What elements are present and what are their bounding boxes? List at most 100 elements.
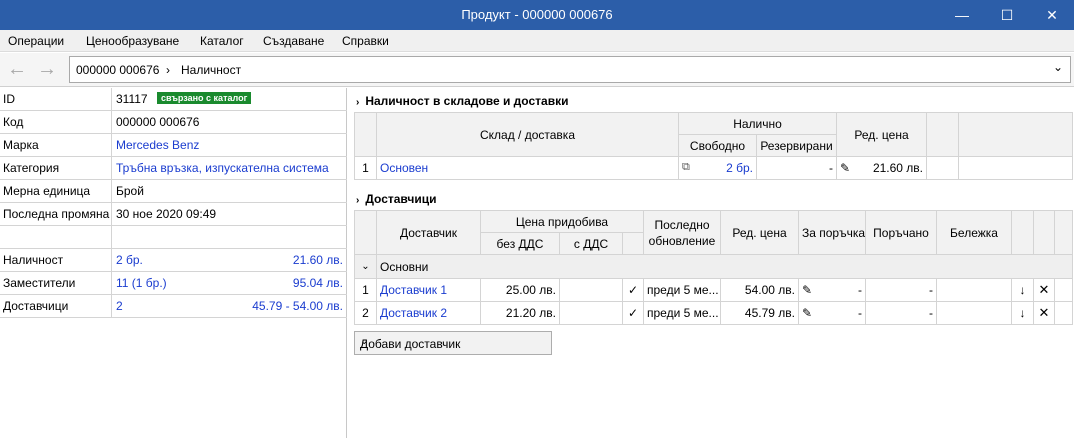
group-collapse-chevron-icon[interactable]: ⌄ — [354, 254, 377, 279]
minimize-button[interactable]: — — [939, 0, 985, 30]
forward-arrow-icon[interactable]: → — [34, 59, 60, 81]
action-column-header — [1054, 210, 1073, 255]
to-order-column-header[interactable]: За поръчка — [798, 210, 866, 255]
stock-section-title: Наличност в складове и доставки — [365, 94, 569, 108]
table-row[interactable]: 1 Основен ⧉ 2 бр. - ✎ 21.60 лв. — [354, 156, 1074, 180]
delete-icon[interactable]: ✕ — [1033, 278, 1055, 302]
check-icon: ✓ — [622, 301, 644, 325]
move-down-icon[interactable]: ↓ — [1011, 301, 1034, 325]
prop-label: Заместители — [3, 276, 76, 290]
add-supplier-dropdown[interactable]: Добави доставчик ⌄ — [354, 331, 552, 355]
last-update-header-line2: обновление — [648, 233, 716, 248]
stock-section-header[interactable]: › Наличност в складове и доставки — [356, 94, 568, 108]
action-column-header — [1011, 210, 1034, 255]
suppliers-amount[interactable]: 45.79 - 54.00 лв. — [252, 299, 343, 313]
ordered-value: - — [865, 301, 937, 325]
breadcrumb-product[interactable]: 000000 000676 — [76, 63, 159, 77]
prop-row-code: Код 000000 000676 — [0, 111, 347, 134]
cost-column-header: Цена придобива — [480, 210, 644, 233]
catalog-linked-badge: свързано с каталог — [157, 92, 252, 104]
extra-column-header — [926, 112, 960, 157]
menu-pricing[interactable]: Ценообразуване — [86, 34, 179, 48]
free-column-header[interactable]: Свободно — [678, 134, 757, 157]
brand-link[interactable]: Mercedes Benz — [116, 138, 199, 152]
chevron-down-icon: ⌄ — [360, 336, 369, 347]
copy-icon[interactable]: ⧉ — [682, 161, 690, 174]
supplier-column-header[interactable]: Доставчик — [376, 210, 481, 255]
prop-value: Брой — [116, 184, 144, 198]
edit-pencil-icon[interactable]: ✎ — [802, 306, 812, 320]
note-value[interactable] — [936, 278, 1012, 302]
breadcrumb-page: Наличност — [181, 63, 242, 77]
prop-value: 30 ное 2020 09:49 — [116, 207, 217, 221]
suppliers-section-title: Доставчици — [365, 192, 437, 206]
menu-operations[interactable]: Операции — [8, 34, 64, 48]
ordered-column-header[interactable]: Поръчано — [865, 210, 937, 255]
with-vat-value — [559, 278, 623, 302]
supplier-link[interactable]: Доставчик 1 — [376, 278, 481, 302]
suppliers-table: Доставчик Цена придобива Последно обновле… — [354, 210, 1073, 325]
collapse-chevron-icon[interactable]: › — [356, 195, 359, 206]
back-arrow-icon[interactable]: ← — [4, 59, 30, 81]
prop-label: Наличност — [3, 253, 64, 267]
last-update-value: преди 5 ме... — [643, 301, 721, 325]
last-update-column-header[interactable]: Последно обновление — [643, 210, 721, 255]
suppliers-link[interactable]: 2 — [116, 299, 123, 313]
prop-row-unit: Мерна единица Брой — [0, 180, 347, 203]
price-column-header[interactable]: Ред. цена — [836, 112, 928, 157]
prop-row-suppliers: Доставчици 2 45.79 - 54.00 лв. — [0, 295, 347, 318]
breadcrumb-separator-icon: › — [166, 63, 170, 77]
group-row[interactable]: ⌄ Основни — [354, 254, 1073, 279]
price-value: 21.60 лв. — [872, 161, 924, 175]
reserved-column-header[interactable]: Резервирани — [755, 134, 838, 157]
extra-column-header — [958, 112, 1074, 157]
to-order-value: - — [858, 306, 862, 320]
note-column-header[interactable]: Бележка — [936, 210, 1012, 255]
edit-pencil-icon[interactable]: ✎ — [802, 283, 812, 297]
prop-label: Мерна единица — [3, 184, 91, 198]
stock-amount[interactable]: 21.60 лв. — [293, 253, 343, 267]
free-qty-link[interactable]: 2 бр. — [726, 161, 753, 175]
ordered-value: - — [865, 278, 937, 302]
prop-label: Категория — [3, 161, 60, 175]
prop-label: ID — [3, 92, 15, 106]
stock-link[interactable]: 2 бр. — [116, 253, 143, 267]
warehouse-link[interactable]: Основен — [376, 156, 679, 180]
note-value[interactable] — [936, 301, 1012, 325]
row-number-header — [354, 210, 377, 255]
last-update-value: преди 5 ме... — [643, 278, 721, 302]
prop-label: Код — [3, 115, 24, 129]
delete-icon[interactable]: ✕ — [1033, 301, 1055, 325]
action-column-header — [1033, 210, 1055, 255]
price-column-header[interactable]: Ред. цена — [720, 210, 799, 255]
warehouse-column-header[interactable]: Склад / доставка — [376, 112, 679, 157]
close-button[interactable]: ✕ — [1029, 0, 1074, 30]
substitutes-amount[interactable]: 95.04 лв. — [293, 276, 343, 290]
menu-reports[interactable]: Справки — [342, 34, 389, 48]
title-bar: Продукт - 000000 000676 — ☐ ✕ — [0, 0, 1074, 30]
collapse-chevron-icon[interactable]: › — [356, 97, 359, 108]
edit-pencil-icon[interactable]: ✎ — [840, 161, 850, 175]
check-column-header — [622, 232, 644, 255]
to-order-value: - — [858, 283, 862, 297]
breadcrumb[interactable]: 000000 000676 › Наличност ⌄ — [69, 56, 1071, 83]
prop-row-brand: Марка Mercedes Benz — [0, 134, 347, 157]
breadcrumb-dropdown-icon[interactable]: ⌄ — [1053, 60, 1063, 74]
category-link[interactable]: Тръбна връзка, изпускателна система — [116, 161, 329, 175]
menu-catalog[interactable]: Каталог — [200, 34, 244, 48]
with-vat-column-header[interactable]: с ДДС — [559, 232, 623, 255]
prop-row-substitutes: Заместители 11 (1 бр.) 95.04 лв. — [0, 272, 347, 295]
suppliers-section-header[interactable]: › Доставчици — [356, 192, 436, 206]
table-row[interactable]: 1 Доставчик 1 25.00 лв. ✓ преди 5 ме... … — [354, 278, 1073, 302]
maximize-button[interactable]: ☐ — [984, 0, 1030, 30]
no-vat-column-header[interactable]: без ДДС — [480, 232, 560, 255]
menu-bar: Операции Ценообразуване Каталог Създаван… — [0, 30, 1074, 52]
navigation-bar: ← → 000000 000676 › Наличност ⌄ — [0, 53, 1074, 87]
substitutes-link[interactable]: 11 (1 бр.) — [116, 276, 167, 290]
with-vat-value — [559, 301, 623, 325]
supplier-link[interactable]: Доставчик 2 — [376, 301, 481, 325]
prop-row-empty — [0, 226, 347, 249]
table-row[interactable]: 2 Доставчик 2 21.20 лв. ✓ преди 5 ме... … — [354, 301, 1073, 325]
menu-create[interactable]: Създаване — [263, 34, 324, 48]
move-down-icon[interactable]: ↓ — [1011, 278, 1034, 302]
